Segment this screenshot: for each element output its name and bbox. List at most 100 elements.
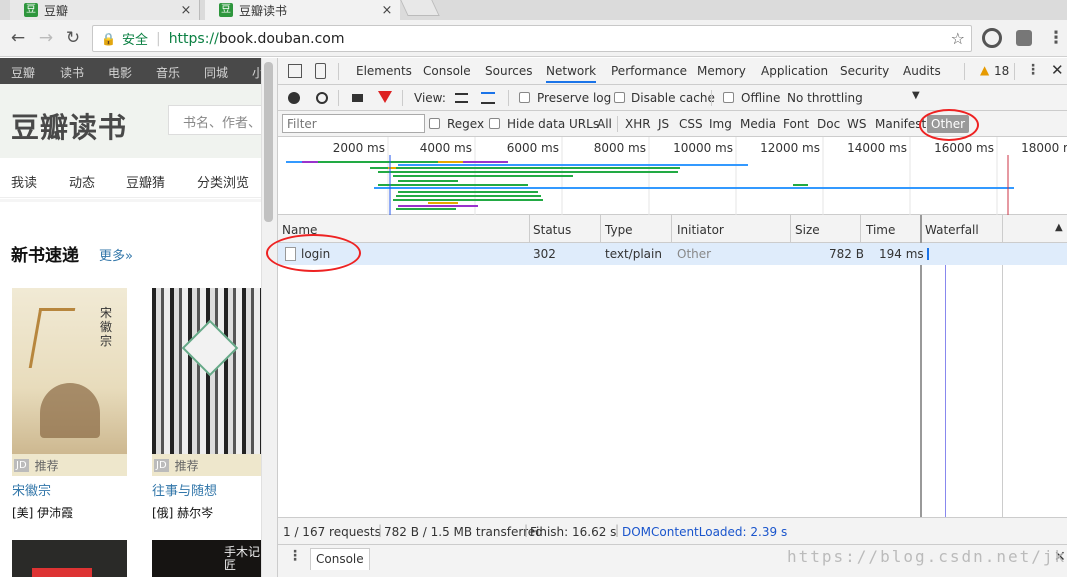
regex-checkbox[interactable] [429,118,440,129]
overview-request-bar [463,161,508,163]
overview-request-bar [318,161,438,163]
forward-arrow-icon[interactable]: → [36,28,56,48]
book-title[interactable]: 往事与随想 [152,480,267,499]
column-header-status[interactable]: Status [533,223,571,237]
capture-screenshots-icon[interactable] [352,94,363,102]
subnav-item[interactable]: 动态 [69,172,95,191]
disable-cache-label[interactable]: Disable cache [631,91,715,105]
bookmark-star-icon[interactable]: ☆ [951,29,965,48]
book-card[interactable]: JD 推荐 往事与随想 [俄] 赫尔岑 [152,288,267,521]
back-arrow-icon[interactable]: ← [8,28,28,48]
divider: | [524,523,529,537]
hide-data-urls-checkbox[interactable] [489,118,500,129]
filter-type-ws[interactable]: WS [847,117,866,131]
large-rows-icon[interactable] [455,93,468,103]
network-overview[interactable]: 2000 ms 4000 ms 6000 ms 8000 ms 10000 ms 1200… [278,137,1067,215]
column-header-waterfall[interactable]: Waterfall [925,223,979,237]
recommend-bar[interactable]: JD 推荐 [152,454,267,476]
preserve-log-label[interactable]: Preserve log [537,91,611,105]
drawer-tab-console[interactable]: Console [310,548,370,570]
close-tab-icon[interactable]: × [380,3,394,18]
sort-up-icon[interactable]: ▲ [1055,222,1063,233]
extension-icon[interactable] [1016,30,1032,46]
browser-tab-douban-book[interactable]: 豆 豆瓣读书 × [205,0,400,20]
topnav-item[interactable]: 读书 [60,64,84,81]
book-cover[interactable]: 宋徽宗 [12,288,127,454]
drawer-menu-icon[interactable]: ⋮ [288,548,302,564]
column-divider [1002,215,1003,243]
tab-application[interactable]: Application [761,64,828,78]
new-tab-button[interactable] [400,0,440,16]
record-icon[interactable] [288,92,300,104]
hide-data-urls-label[interactable]: Hide data URLs [507,117,599,131]
topnav-item[interactable]: 豆瓣 [11,64,35,81]
topnav-item[interactable]: 音乐 [156,64,180,81]
tab-memory[interactable]: Memory [697,64,746,78]
book-title[interactable]: 宋徽宗 [12,480,127,499]
browser-tab-douban[interactable]: 豆 豆瓣 × [10,0,200,20]
book-cover[interactable] [152,288,267,454]
tab-console[interactable]: Console [423,64,471,78]
recommend-label: 推荐 [174,458,199,473]
tab-security[interactable]: Security [840,64,889,78]
tab-elements[interactable]: Elements [356,64,412,78]
column-header-size[interactable]: Size [795,223,820,237]
column-header-type[interactable]: Type [605,223,633,237]
offline-label[interactable]: Offline [741,91,780,105]
book-card[interactable]: 宋徽宗 JD 推荐 宋徽宗 [美] 伊沛霞 [12,288,127,521]
recommend-bar[interactable]: JD 推荐 [12,454,127,476]
more-link[interactable]: 更多» [99,245,133,264]
browser-menu-icon[interactable]: ⋮ [1046,28,1066,48]
divider [964,63,965,80]
reload-icon[interactable]: ↻ [63,28,83,48]
regex-label[interactable]: Regex [447,117,484,131]
overview-icon[interactable] [481,92,495,104]
filter-type-all[interactable]: All [597,117,612,131]
book-cover[interactable] [12,540,127,577]
address-bar[interactable]: 🔒 安全 | https:// book.douban.com ☆ [92,25,972,52]
inspect-element-icon[interactable] [288,64,302,78]
topnav-item[interactable]: 同城 [204,64,228,81]
column-header-time[interactable]: Time [866,223,895,237]
preserve-log-checkbox[interactable] [519,92,530,103]
book-search-input[interactable]: 书名、作者、 [168,105,270,135]
tab-performance[interactable]: Performance [611,64,687,78]
overview-request-bar [388,167,396,169]
column-header-initiator[interactable]: Initiator [677,223,724,237]
offline-checkbox[interactable] [723,92,734,103]
devtools-menu-icon[interactable]: ⋮ [1026,62,1040,78]
filter-input[interactable] [282,114,425,133]
disable-cache-checkbox[interactable] [614,92,625,103]
filter-type-js[interactable]: JS [658,117,669,131]
tab-audits[interactable]: Audits [903,64,941,78]
tab-sources[interactable]: Sources [485,64,532,78]
filter-type-xhr[interactable]: XHR [625,117,651,131]
warning-icon[interactable]: ▲ [980,63,989,77]
subnav-item[interactable]: 分类浏览 [197,172,249,191]
subnav-item[interactable]: 我读 [11,172,37,191]
tab-network[interactable]: Network [546,64,597,83]
warning-count[interactable]: 18 [994,64,1009,78]
close-tab-icon[interactable]: × [179,3,193,18]
recommend-label: 推荐 [34,458,59,473]
subnav-item[interactable]: 豆瓣猜 [126,172,165,191]
filter-type-img[interactable]: Img [709,117,732,131]
overview-request-bar [396,195,541,197]
table-row[interactable]: login 302 text/plain Other 782 B 194 ms [278,243,1067,265]
page-scrollbar-thumb[interactable] [264,62,273,222]
book-cover[interactable]: 手木记匠 [152,540,267,577]
filter-type-font[interactable]: Font [783,117,809,131]
extension-icon[interactable] [982,28,1002,48]
filter-type-media[interactable]: Media [740,117,776,131]
close-devtools-icon[interactable]: ✕ [1051,61,1064,79]
chevron-down-icon[interactable]: ▼ [912,90,920,101]
throttling-select[interactable]: No throttling [787,91,863,105]
device-toolbar-icon[interactable] [315,63,326,79]
highlight-circle-login [266,234,361,272]
topnav-item[interactable]: 电影 [108,64,132,81]
site-logo[interactable]: 豆瓣读书 [11,106,127,146]
filter-type-css[interactable]: CSS [679,117,703,131]
clear-icon[interactable] [316,92,328,104]
filter-icon[interactable] [378,91,392,103]
filter-type-doc[interactable]: Doc [817,117,840,131]
